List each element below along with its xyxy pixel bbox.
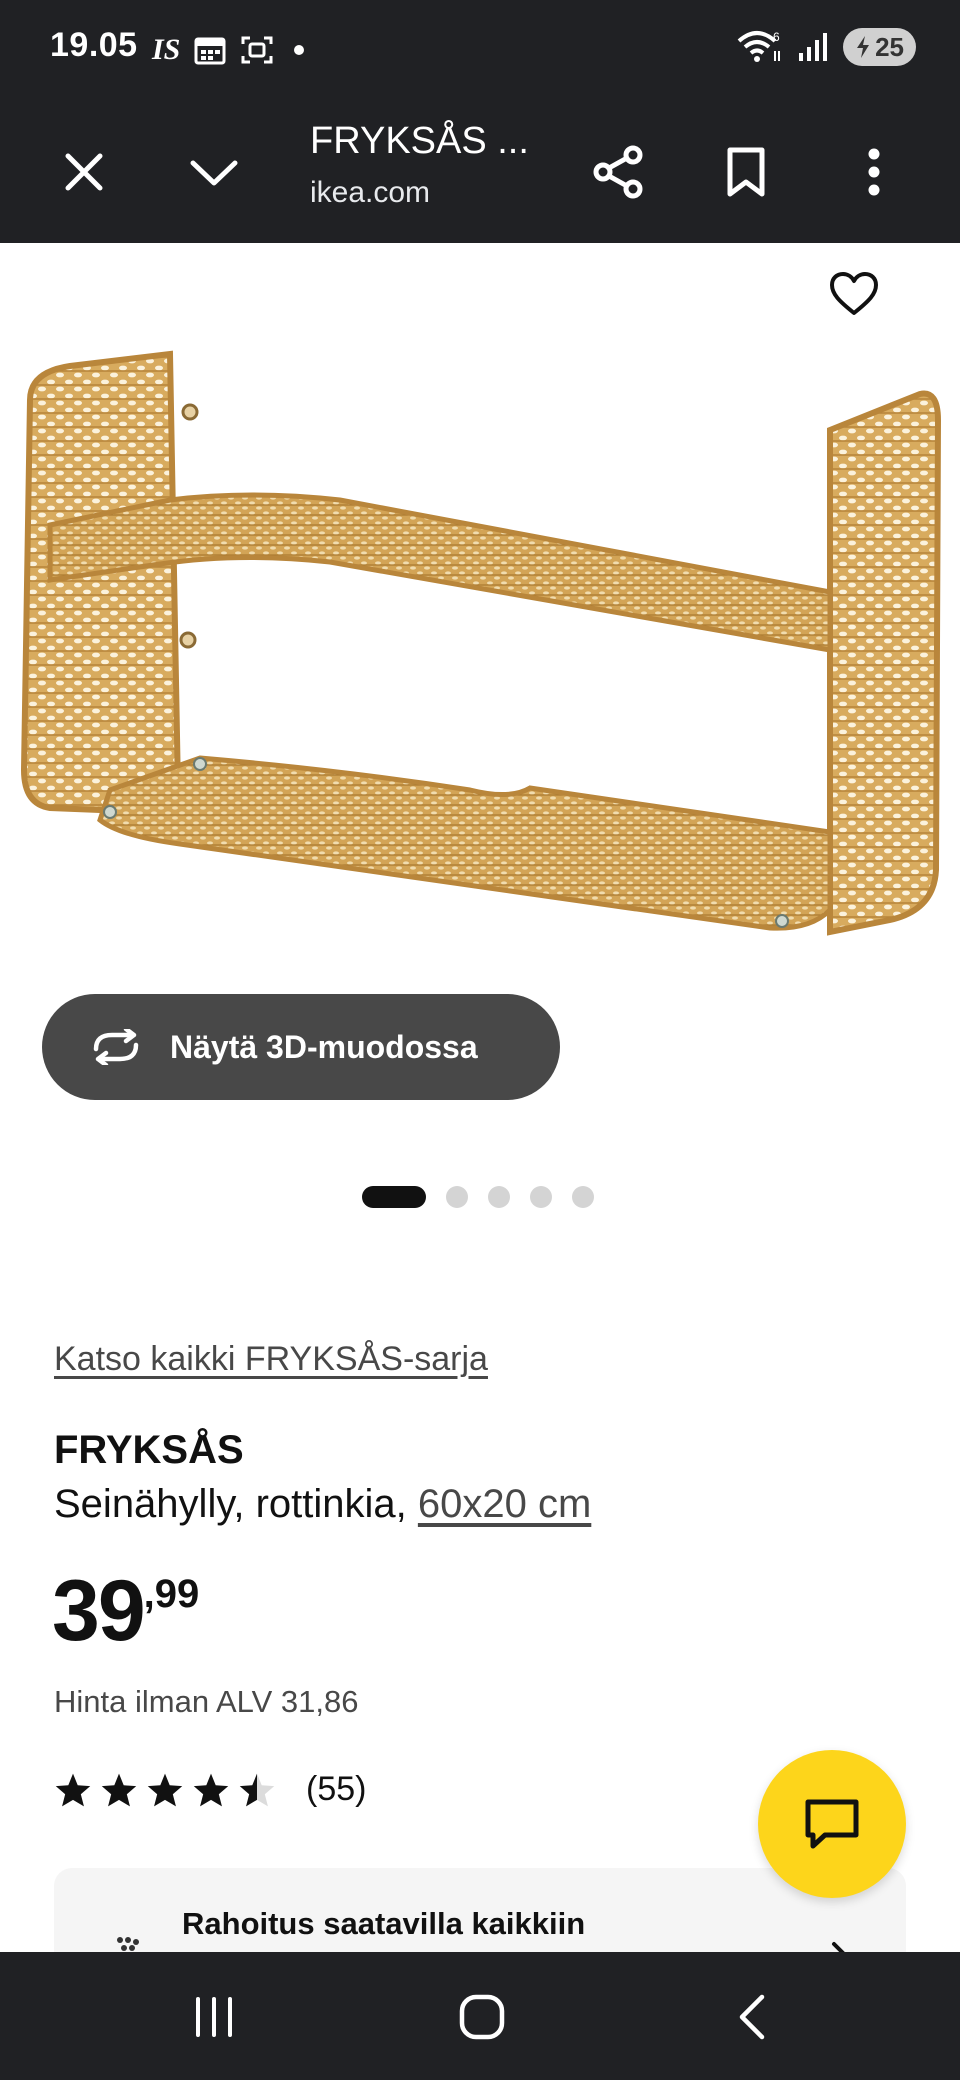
browser-toolbar: FRYKSÅS ... ikea.com xyxy=(0,100,960,243)
rating[interactable]: (55) xyxy=(54,1770,366,1809)
chat-button[interactable] xyxy=(758,1750,906,1898)
bookmark-icon xyxy=(727,147,765,197)
signal-icon xyxy=(799,33,828,61)
star-icon xyxy=(55,1773,91,1806)
financing-title: Rahoitus saatavilla kaikkiin xyxy=(182,1906,586,1941)
product-name: FRYKSÅS xyxy=(54,1428,244,1472)
product-price: 39 ,99 xyxy=(52,1568,199,1654)
bookmark-button[interactable] xyxy=(710,136,782,208)
home-icon xyxy=(459,1994,505,2040)
recent-apps-icon xyxy=(196,1997,232,2037)
chevron-down-icon xyxy=(190,160,238,186)
status-right-icons: 6 25 xyxy=(737,28,916,66)
battery-level: 25 xyxy=(875,31,904,62)
system-navigation-bar xyxy=(0,1952,960,2080)
is-news-icon: IS xyxy=(152,33,181,66)
screenshot-icon xyxy=(241,36,273,64)
home-button[interactable] xyxy=(442,1982,522,2052)
notification-dot xyxy=(294,45,305,55)
back-button[interactable] xyxy=(712,1982,792,2052)
share-icon xyxy=(593,145,643,199)
star-icon xyxy=(101,1773,137,1806)
series-link[interactable]: Katso kaikki FRYKSÅS-sarja xyxy=(54,1340,488,1379)
page-title: FRYKSÅS ... xyxy=(310,120,529,162)
recent-apps-button[interactable] xyxy=(174,1982,254,2052)
more-options-button[interactable] xyxy=(838,136,910,208)
rotate-3d-icon xyxy=(93,1029,139,1065)
review-count: (55) xyxy=(306,1770,367,1808)
favorite-button[interactable] xyxy=(818,258,890,330)
wifi-icon: 6 xyxy=(737,30,781,62)
view-3d-label: Näytä 3D-muodossa xyxy=(170,1028,478,1065)
carousel-dot-2[interactable] xyxy=(446,1186,468,1208)
carousel-indicators xyxy=(362,1186,594,1208)
close-icon xyxy=(65,153,103,191)
status-left-icons: IS xyxy=(152,32,305,68)
minimize-button[interactable] xyxy=(178,136,250,208)
heart-icon xyxy=(830,272,878,315)
star-icon xyxy=(193,1773,229,1806)
product-type: Seinähylly, rottinkia, xyxy=(54,1482,418,1526)
carousel-dot-4[interactable] xyxy=(530,1186,552,1208)
carousel-dot-5[interactable] xyxy=(572,1186,594,1208)
calendar-icon xyxy=(194,37,226,65)
more-vert-icon xyxy=(868,148,880,196)
close-tab-button[interactable] xyxy=(48,136,120,208)
chat-icon xyxy=(805,1799,859,1849)
product-size-link[interactable]: 60x20 cm xyxy=(418,1482,591,1526)
network-label: 6 xyxy=(773,30,780,44)
product-description: Seinähylly, rottinkia, 60x20 cm xyxy=(54,1482,591,1527)
half-star-icon xyxy=(239,1773,275,1806)
view-3d-button[interactable]: Näytä 3D-muodossa xyxy=(42,994,560,1100)
price-decimal: ,99 xyxy=(143,1572,200,1616)
back-icon xyxy=(739,1994,765,2040)
price-without-vat: Hinta ilman ALV 31,86 xyxy=(54,1684,359,1719)
price-integer: 39 xyxy=(52,1563,146,1659)
share-button[interactable] xyxy=(582,136,654,208)
star-icon xyxy=(147,1773,183,1806)
status-bar: 19.05 IS 6 25 xyxy=(0,0,960,100)
page-domain: ikea.com xyxy=(310,176,431,209)
battery-indicator: 25 xyxy=(843,28,916,66)
product-image[interactable] xyxy=(10,350,950,970)
status-time: 19.05 xyxy=(50,26,138,64)
charging-icon xyxy=(857,36,870,58)
carousel-dot-1[interactable] xyxy=(362,1186,426,1208)
carousel-dot-3[interactable] xyxy=(488,1186,510,1208)
